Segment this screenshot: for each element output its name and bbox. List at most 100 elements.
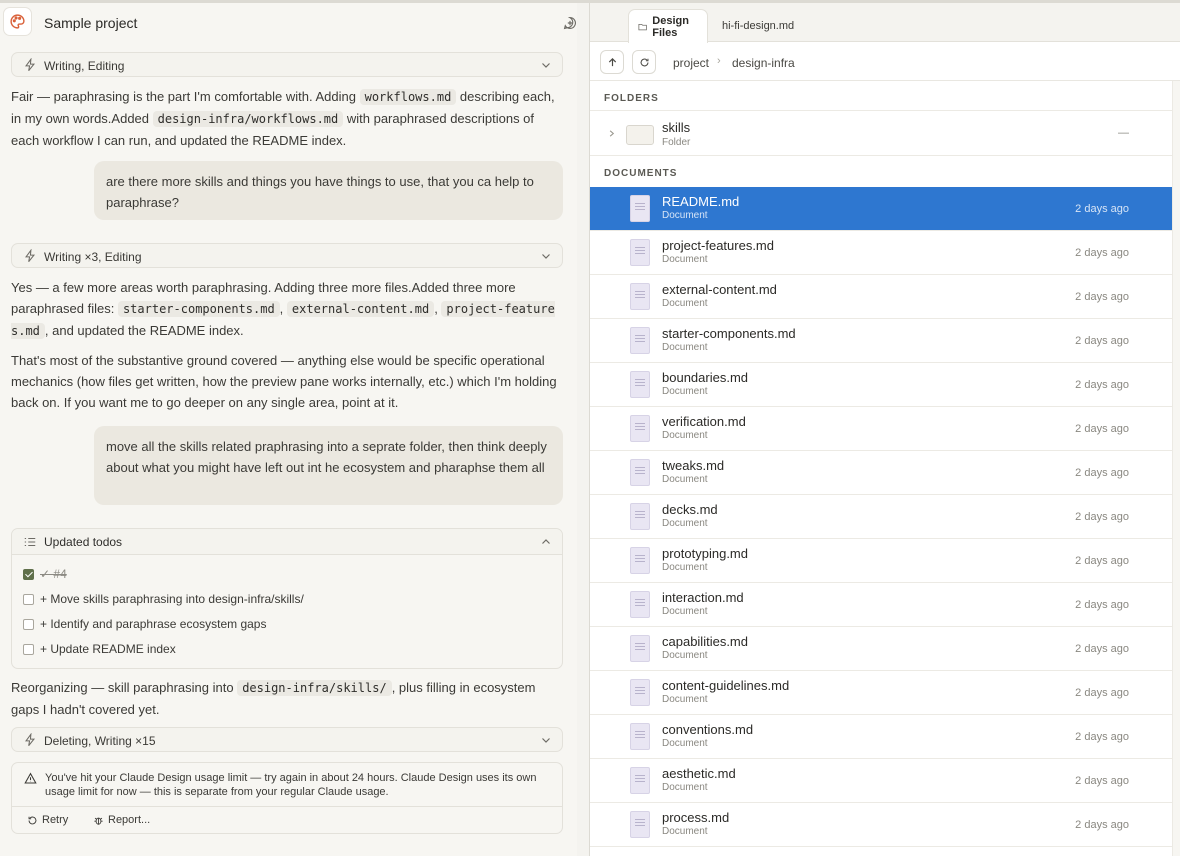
document-row[interactable]: conventions.md Document 2 days ago (590, 715, 1173, 759)
document-icon (630, 635, 650, 662)
breadcrumb-project[interactable]: project (673, 56, 709, 70)
tool-call-label: Deleting, Writing ×15 (44, 734, 156, 748)
document-type: Document (662, 254, 708, 265)
tool-call-summary[interactable]: Deleting, Writing ×15 (11, 727, 563, 752)
document-icon (630, 679, 650, 706)
retry-icon (28, 816, 37, 824)
document-row[interactable]: external-content.md Document 2 days ago (590, 275, 1173, 319)
document-type: Document (662, 650, 708, 661)
assistant-message: Yes — a few more areas worth paraphrasin… (11, 277, 561, 342)
document-type: Document (662, 782, 708, 793)
inline-code: design-infra/skills/ (237, 680, 392, 696)
document-date: 2 days ago (1075, 247, 1129, 259)
todo-list-title: Updated todos (44, 535, 123, 549)
todo-item: + Update README index (23, 642, 176, 656)
user-message: are there more skills and things you hav… (94, 161, 563, 220)
todo-item: + Identify and paraphrase ecosystem gaps (23, 617, 266, 631)
chevron-down-icon (542, 738, 550, 743)
todo-checkbox[interactable] (23, 618, 34, 630)
document-row[interactable]: content-guidelines.md Document 2 days ago (590, 671, 1173, 715)
report-button[interactable]: Report... (93, 814, 150, 826)
assistant-message: Fair — paraphrasing is the part I'm comf… (11, 86, 561, 151)
document-row[interactable]: capabilities.md Document 2 days ago (590, 627, 1173, 671)
document-row[interactable]: aesthetic.md Document 2 days ago (590, 759, 1173, 803)
message-text: , and updated the README index. (44, 323, 244, 338)
document-name: capabilities.md (662, 634, 748, 649)
document-date: 2 days ago (1075, 379, 1129, 391)
document-row[interactable]: tweaks.md Document 2 days ago (590, 451, 1173, 495)
document-date: 2 days ago (1075, 423, 1129, 435)
project-title: Sample project (44, 15, 138, 31)
document-row[interactable]: boundaries.md Document 2 days ago (590, 363, 1173, 407)
document-type: Document (662, 826, 708, 837)
document-row[interactable]: verification.md Document 2 days ago (590, 407, 1173, 451)
document-name: project-features.md (662, 238, 774, 253)
document-icon (630, 327, 650, 354)
document-type: Document (662, 386, 708, 397)
document-date: 2 days ago (1075, 203, 1129, 215)
breadcrumb-separator-icon: › (717, 55, 721, 67)
document-date: 2 days ago (1075, 467, 1129, 479)
document-type: Document (662, 474, 708, 485)
todo-list-header[interactable]: Updated todos (12, 529, 562, 555)
document-type: Document (662, 562, 708, 573)
refresh-icon (640, 58, 648, 66)
inline-code: external-content.md (286, 301, 435, 317)
document-icon (630, 591, 650, 618)
document-type: Document (662, 606, 708, 617)
document-icon (630, 811, 650, 838)
todo-checkbox[interactable] (23, 643, 34, 655)
chat-pane: Sample project Writing, Editing Fair — p… (0, 3, 577, 856)
document-date: 2 days ago (1075, 731, 1129, 743)
new-chat-icon[interactable] (563, 16, 577, 30)
breadcrumb-design-infra[interactable]: design-infra (732, 56, 795, 70)
document-row[interactable]: README.md Document 2 days ago (590, 187, 1173, 231)
tab-design-files[interactable]: Design Files (628, 9, 708, 43)
lightning-icon (25, 58, 36, 72)
palette-logo-icon[interactable] (3, 7, 32, 36)
todo-item: + Move skills paraphrasing into design-i… (23, 592, 304, 606)
document-row[interactable]: decks.md Document 2 days ago (590, 495, 1173, 539)
refresh-button[interactable] (632, 50, 656, 74)
inline-code: workflows.md (359, 89, 457, 105)
document-row[interactable]: starter-components.md Document 2 days ago (590, 319, 1173, 363)
tab-bar: Design Files hi-fi-design.md (590, 3, 1180, 43)
folder-row-skills[interactable]: skills Folder — (590, 110, 1173, 156)
assistant-message: That's most of the substantive ground co… (11, 353, 557, 410)
document-name: decks.md (662, 502, 718, 517)
document-name: boundaries.md (662, 370, 748, 385)
retry-button[interactable]: Retry (27, 814, 68, 826)
document-icon (630, 283, 650, 310)
lightning-icon (25, 733, 36, 747)
document-row[interactable]: project-features.md Document 2 days ago (590, 231, 1173, 275)
tab-label: hi-fi-design.md (722, 19, 795, 32)
tab-hi-fi-design[interactable]: hi-fi-design.md (722, 9, 794, 42)
document-icon (630, 459, 650, 486)
chevron-up-icon (542, 539, 550, 544)
arrow-up-icon (608, 57, 616, 66)
chevron-down-icon (542, 254, 550, 259)
document-icon (630, 723, 650, 750)
lightning-icon (25, 249, 36, 263)
document-name: external-content.md (662, 282, 777, 297)
go-up-button[interactable] (600, 50, 624, 74)
todo-checkbox[interactable] (23, 593, 34, 605)
chevron-down-icon (542, 63, 550, 68)
document-row[interactable]: process.md Document 2 days ago (590, 803, 1173, 847)
file-list-scrollbar[interactable] (1172, 81, 1180, 856)
todo-checkbox[interactable] (23, 568, 34, 580)
document-row[interactable]: interaction.md Document 2 days ago (590, 583, 1173, 627)
document-type: Document (662, 694, 708, 705)
document-type: Document (662, 738, 708, 749)
chat-header: Sample project (0, 3, 577, 43)
document-row[interactable]: prototyping.md Document 2 days ago (590, 539, 1173, 583)
chevron-right-icon[interactable] (607, 129, 616, 138)
folder-name: skills (662, 120, 691, 135)
tool-call-summary[interactable]: Writing ×3, Editing (11, 243, 563, 268)
retry-label: Retry (42, 814, 69, 826)
document-name: content-guidelines.md (662, 678, 790, 693)
document-type: Document (662, 342, 708, 353)
document-date: 2 days ago (1075, 775, 1129, 787)
tool-call-summary[interactable]: Writing, Editing (11, 52, 563, 77)
todo-text: + Identify and paraphrase ecosystem gaps (40, 617, 267, 631)
